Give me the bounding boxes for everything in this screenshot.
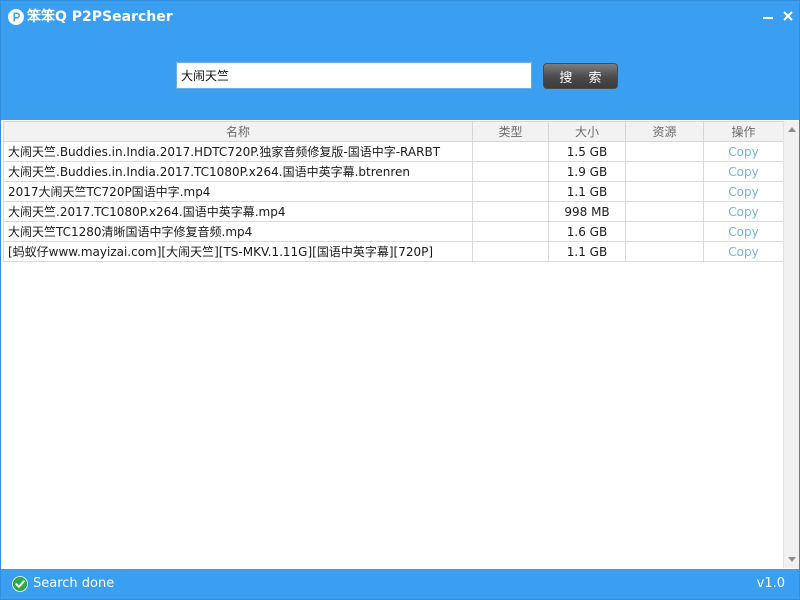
cell-size: 1.1 GB (548, 181, 626, 202)
results-table: 名称 类型 大小 资源 操作 大闹天竺.Buddies.in.India.201… (3, 121, 784, 262)
column-header-type[interactable]: 类型 (472, 121, 549, 142)
copy-link[interactable]: Copy (728, 225, 758, 239)
app-title: 笨笨Q P2PSearcher (27, 9, 173, 25)
status-bar: Search done v1.0 (1, 569, 799, 599)
cell-type (472, 201, 549, 222)
cell-name: 大闹天竺.Buddies.in.India.2017.TC1080P.x264.… (3, 161, 473, 182)
cell-source (625, 161, 704, 182)
cell-type (472, 161, 549, 182)
copy-link[interactable]: Copy (728, 205, 758, 219)
table-row[interactable]: [蚂蚁仔www.mayizai.com][大闹天竺][TS-MKV.1.11G]… (3, 241, 784, 262)
copy-link[interactable]: Copy (728, 185, 758, 199)
minimize-icon[interactable] (759, 7, 777, 25)
close-icon[interactable] (779, 7, 797, 25)
cell-type (472, 221, 549, 242)
table-row[interactable]: 2017大闹天竺TC720P国语中字.mp4 1.1 GB Copy (3, 181, 784, 202)
copy-link[interactable]: Copy (728, 245, 758, 259)
column-header-action[interactable]: 操作 (703, 121, 784, 142)
cell-source (625, 221, 704, 242)
cell-type (472, 141, 549, 162)
cell-name: 大闹天竺TC1280清晰国语中字修复音频.mp4 (3, 221, 473, 242)
copy-link[interactable]: Copy (728, 145, 758, 159)
cell-source (625, 241, 704, 262)
cell-source (625, 181, 704, 202)
cell-source (625, 201, 704, 222)
cell-type (472, 241, 549, 262)
column-header-name[interactable]: 名称 (3, 121, 473, 142)
cell-size: 1.9 GB (548, 161, 626, 182)
cell-size: 998 MB (548, 201, 626, 222)
status-text: Search done (33, 576, 115, 591)
cell-name: 大闹天竺.Buddies.in.India.2017.HDTC720P.独家音频… (3, 141, 473, 162)
table-row[interactable]: 大闹天竺.Buddies.in.India.2017.HDTC720P.独家音频… (3, 141, 784, 162)
cell-name: 大闹天竺.2017.TC1080P.x264.国语中英字幕.mp4 (3, 201, 473, 222)
table-row[interactable]: 大闹天竺.Buddies.in.India.2017.TC1080P.x264.… (3, 161, 784, 182)
cell-size: 1.6 GB (548, 221, 626, 242)
header: 笨笨Q P2PSearcher 搜 索 (1, 1, 799, 120)
cell-size: 1.1 GB (548, 241, 626, 262)
title-bar: 笨笨Q P2PSearcher (1, 1, 799, 33)
cell-source (625, 141, 704, 162)
copy-link[interactable]: Copy (728, 165, 758, 179)
scroll-up-arrow-icon[interactable] (788, 127, 796, 132)
cell-name: 2017大闹天竺TC720P国语中字.mp4 (3, 181, 473, 202)
table-header-row: 名称 类型 大小 资源 操作 (3, 121, 784, 142)
search-button[interactable]: 搜 索 (543, 63, 618, 89)
column-header-source[interactable]: 资源 (625, 121, 704, 142)
app-window: 笨笨Q P2PSearcher 搜 索 名称 类型 大小 资源 操作 (0, 0, 800, 600)
column-header-size[interactable]: 大小 (548, 121, 626, 142)
vertical-scrollbar[interactable] (783, 121, 799, 568)
table-row[interactable]: 大闹天竺TC1280清晰国语中字修复音频.mp4 1.6 GB Copy (3, 221, 784, 242)
cell-size: 1.5 GB (548, 141, 626, 162)
search-input[interactable] (176, 62, 532, 89)
check-circle-icon (12, 576, 28, 592)
app-logo-icon (8, 9, 24, 25)
scroll-down-arrow-icon[interactable] (788, 557, 796, 562)
version-label: v1.0 (756, 576, 785, 591)
table-row[interactable]: 大闹天竺.2017.TC1080P.x264.国语中英字幕.mp4 998 MB… (3, 201, 784, 222)
cell-name: [蚂蚁仔www.mayizai.com][大闹天竺][TS-MKV.1.11G]… (3, 241, 473, 262)
cell-type (472, 181, 549, 202)
